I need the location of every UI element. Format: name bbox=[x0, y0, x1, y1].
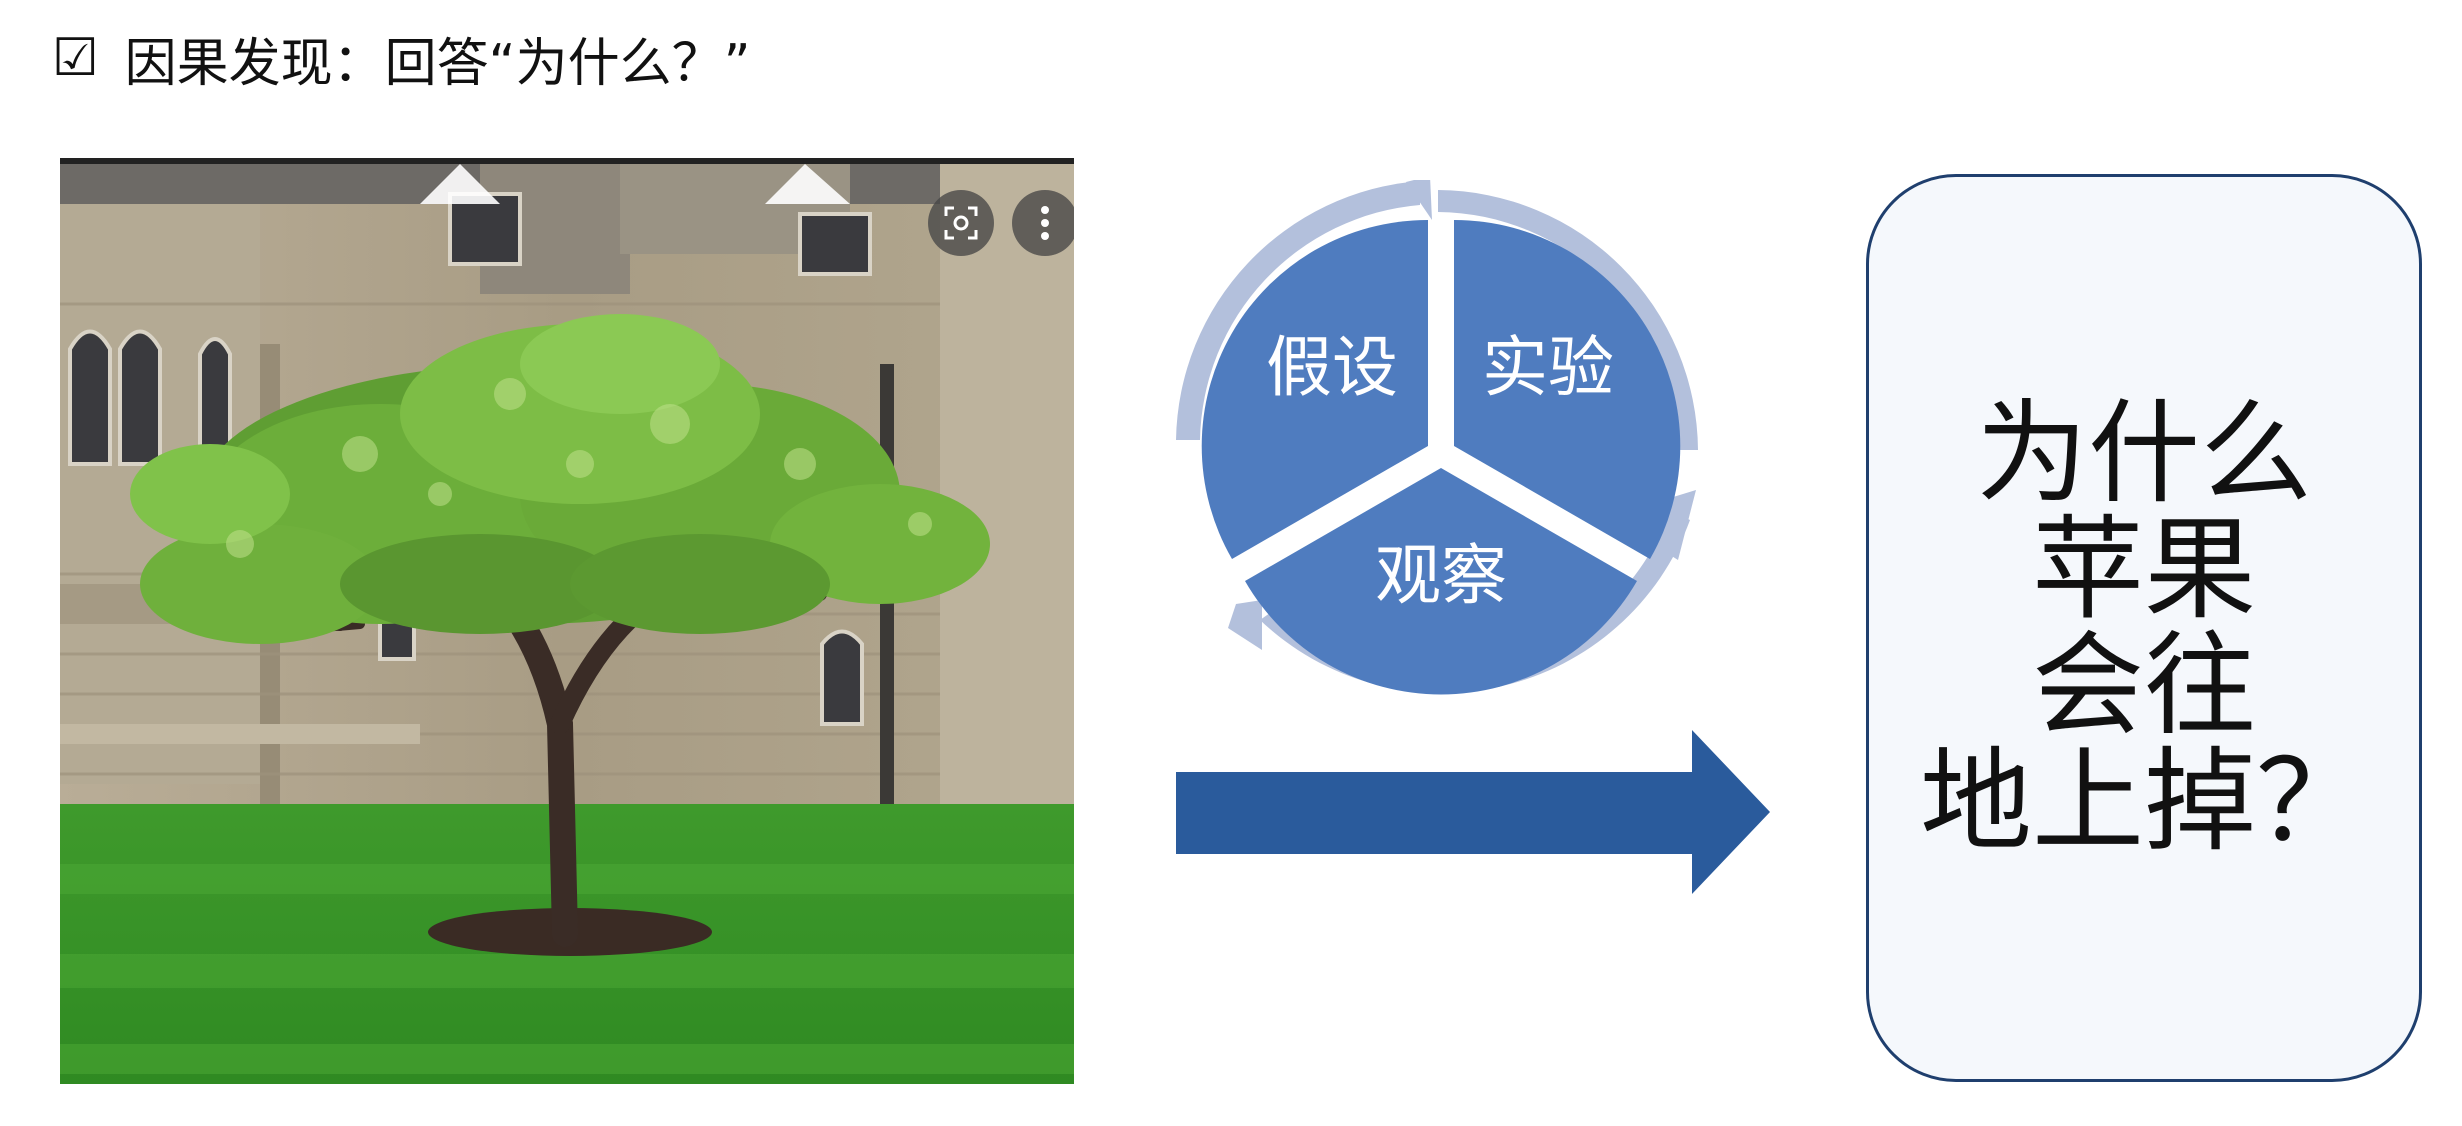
question-line-3: 会往 bbox=[2032, 621, 2256, 751]
question-line-1: 为什么 bbox=[1976, 389, 2312, 519]
apple-tree-illustration bbox=[60, 164, 1074, 1084]
question-line-2: 苹果 bbox=[2032, 505, 2256, 635]
slide-title: 因果发现：回答“为什么？” bbox=[124, 33, 751, 94]
cycle-label-experiment: 实验 bbox=[1482, 329, 1614, 406]
apple-tree-photo bbox=[60, 158, 1074, 1084]
cycle-label-observation: 观察 bbox=[1375, 537, 1507, 614]
slide-heading: ☑ 因果发现：回答“为什么？” bbox=[52, 22, 751, 94]
more-vertical-icon[interactable] bbox=[1012, 190, 1074, 256]
lens-icon[interactable] bbox=[928, 190, 994, 256]
checkbox-icon: ☑ bbox=[52, 28, 99, 88]
question-box: 为什么 苹果 会往 地上掉？ bbox=[1866, 174, 2422, 1082]
question-line-4: 地上掉？ bbox=[1920, 737, 2368, 867]
cycle-diagram: 假设 实验 观察 bbox=[1176, 180, 1698, 695]
right-arrow-icon bbox=[1176, 730, 1770, 894]
cycle-label-hypothesis: 假设 bbox=[1266, 329, 1398, 406]
